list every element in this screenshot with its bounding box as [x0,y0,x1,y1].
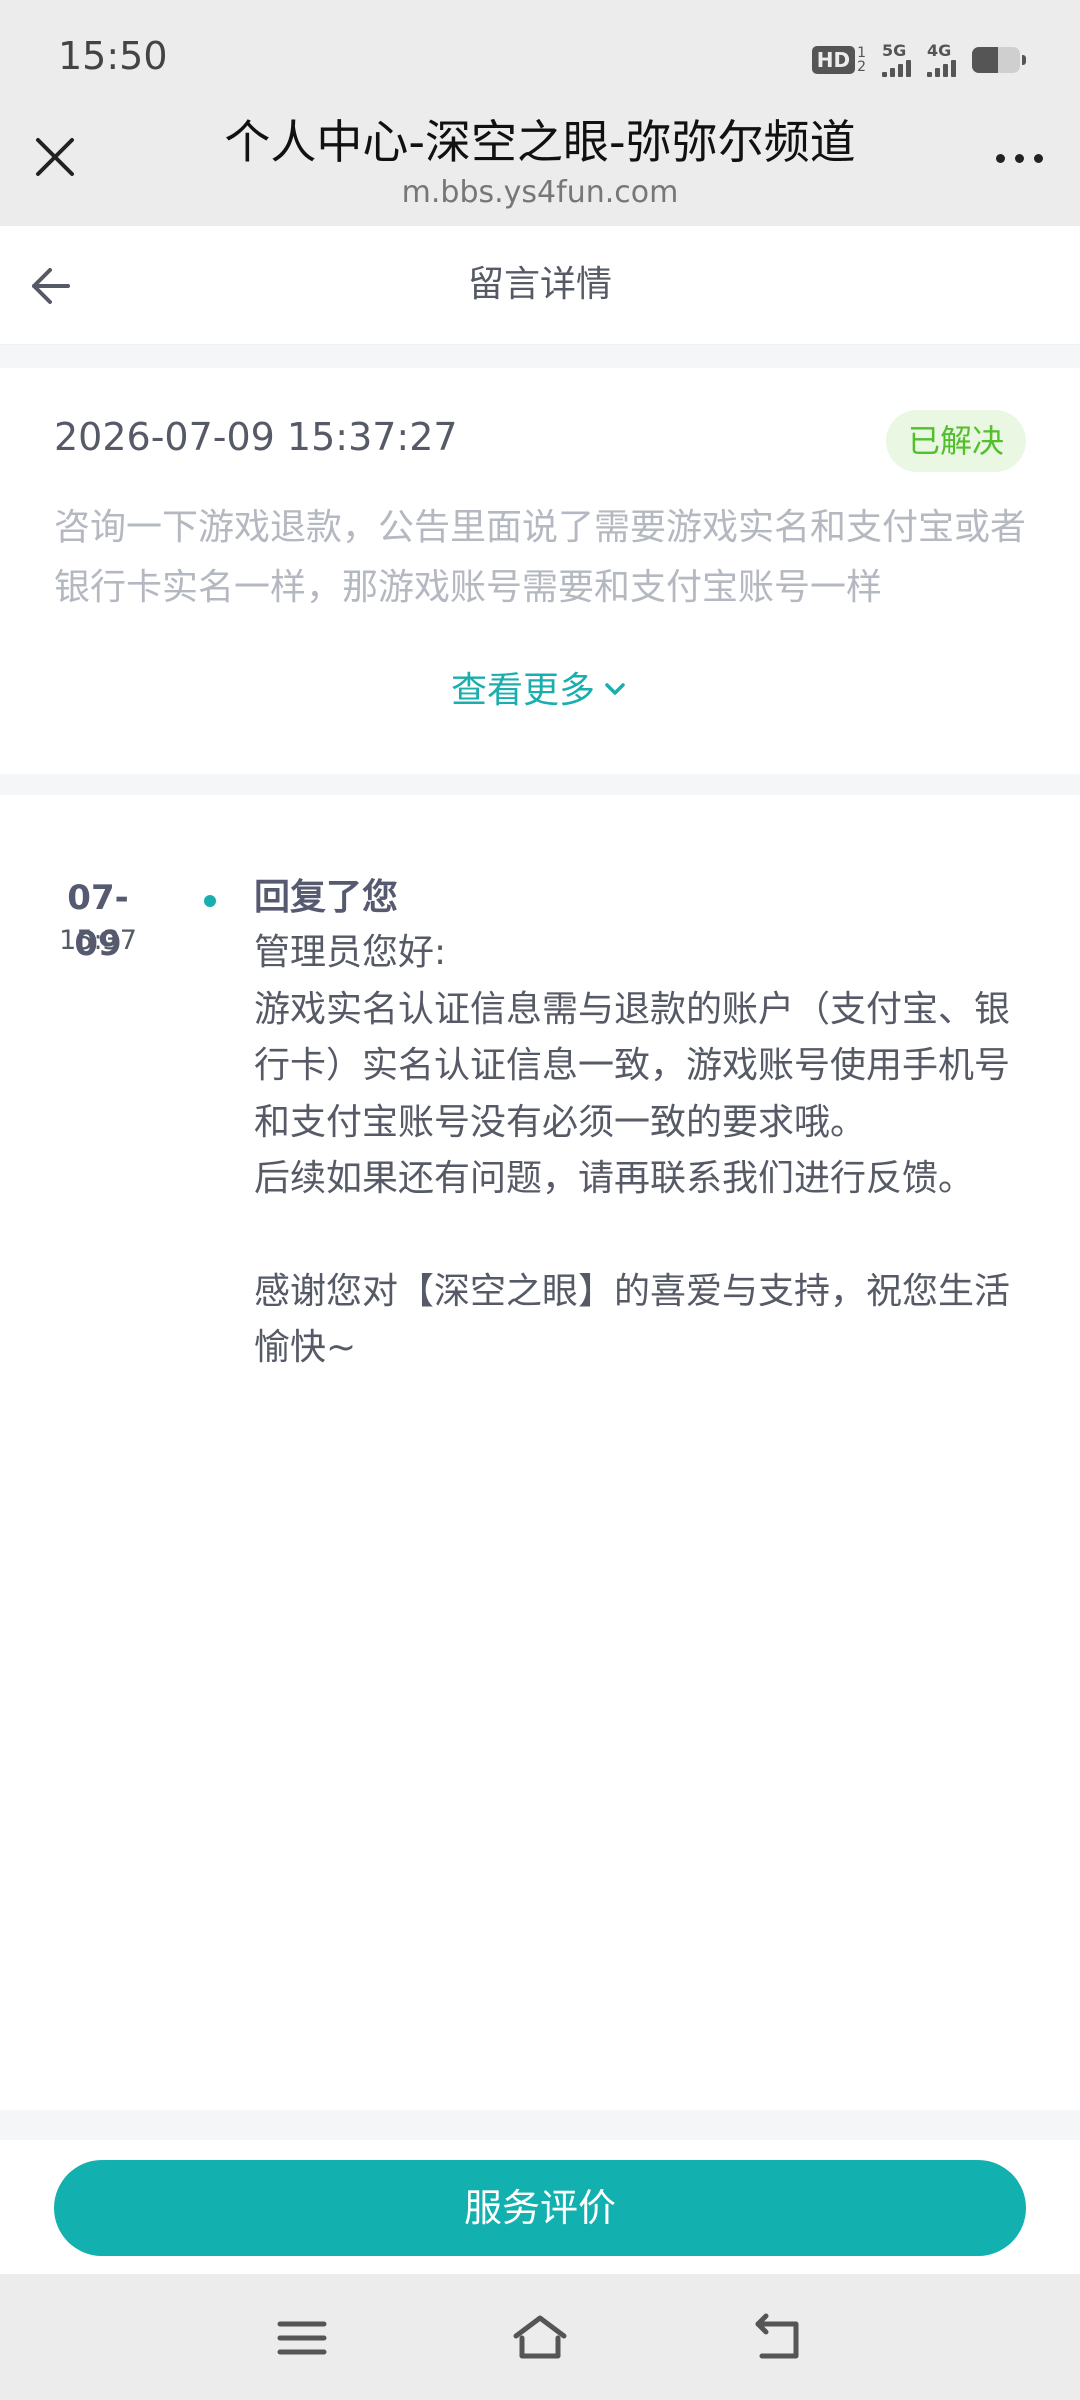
browser-bar: 个人中心-深空之眼-弥弥尔频道 m.bbs.ys4fun.com [0,110,1080,226]
reply-line: 游戏实名认证信息需与退款的账户（支付宝、银行卡）实名认证信息一致，游戏账号使用手… [254,988,1011,1143]
footer: 服务评价 [0,2140,1080,2274]
net-label-5g: 5G [882,41,907,60]
hd-sub-1: 1 [857,45,866,61]
reply-body: 管理员您好: 游戏实名认证信息需与退款的账户（支付宝、银行卡）实名认证信息一致，… [254,925,1024,1377]
signal-4g-icon: 4G [927,43,956,77]
battery-icon [972,47,1026,73]
timeline-dot [204,895,216,907]
reply-time: 15:37 [59,925,137,956]
divider-band [0,2110,1080,2140]
more-dots-icon[interactable] [986,136,1052,180]
see-more-button[interactable]: 查看更多 [0,666,1080,717]
reply-title: 回复了您 [254,877,399,918]
divider-band [0,774,1080,795]
reply-line: 感谢您对【深空之眼】的喜爱与支持，祝您生活愉快~ [254,1270,1011,1369]
status-icons: HD 1 2 5G 4G [811,40,1026,80]
signal-bars [927,59,956,77]
message-datetime: 2026-07-09 15:37:27 [54,415,458,459]
hd-label: HD [811,46,856,74]
signal-5g-icon: 5G [882,43,911,77]
battery-tip [1022,55,1026,65]
back-nav-icon[interactable] [750,2310,810,2366]
service-rating-button[interactable]: 服务评价 [54,2160,1026,2256]
net-label-4g: 4G [927,41,952,60]
divider-band [0,345,1080,368]
battery-fill [972,47,999,73]
status-time: 15:50 [58,34,168,78]
see-more-label: 查看更多 [450,670,595,711]
hd-icon: HD 1 2 [811,46,866,74]
message-card: 2026-07-09 15:37:27 已解决 咨询一下游戏退款，公告里面说了需… [0,368,1080,793]
status-badge: 已解决 [885,410,1026,472]
page-title: 留言详情 [467,264,612,305]
hd-sub: 1 2 [857,46,866,74]
signal-bars [882,59,911,77]
reply-section: 07-09 15:37 回复了您 管理员您好: 游戏实名认证信息需与退款的账户（… [0,795,1080,2115]
home-icon[interactable] [510,2310,570,2366]
browser-url: m.bbs.ys4fun.com [401,175,679,210]
hd-sub-2: 2 [857,59,866,75]
page-header: 留言详情 [0,226,1080,345]
message-content: 咨询一下游戏退款，公告里面说了需要游戏实名和支付宝或者银行卡实名一样，那游戏账号… [54,507,1027,608]
reply-line: 后续如果还有问题，请再联系我们进行反馈。 [254,1158,975,1199]
system-nav-bar [0,2274,1080,2400]
chevron-down-icon [601,667,629,717]
status-bar: 15:50 HD 1 2 5G 4G [0,0,1080,110]
browser-title: 个人中心-深空之眼-弥弥尔频道 [224,115,856,169]
menu-icon[interactable] [272,2310,332,2366]
page: 15:50 HD 1 2 5G 4G 个人中心-深空之眼-弥弥尔频道 m.bbs… [0,0,1080,2400]
reply-greeting: 管理员您好: [254,932,447,973]
